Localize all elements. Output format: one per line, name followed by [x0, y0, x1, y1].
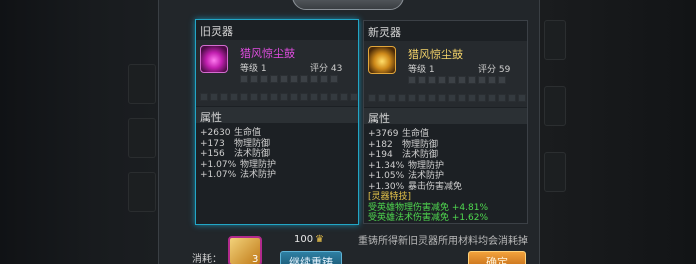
- title-plate: [292, 0, 404, 10]
- attr-row: +173 物理防御: [200, 138, 271, 149]
- old-item-name: 猎风惊尘鼓: [240, 47, 295, 60]
- new-item-score: 评分 59: [478, 65, 511, 75]
- old-attr-list: +2630 生命值 +173 物理防御 +156 法术防御 +1.07% 物理防护 +1…: [200, 128, 276, 181]
- old-gem-slots-row2: [200, 93, 358, 101]
- cost-count: 3: [252, 254, 259, 264]
- attr-row: +1.05% 法术防护: [368, 171, 445, 181]
- attr-row: +2630 生命值: [200, 128, 262, 138]
- price: 100: [294, 234, 314, 245]
- new-item-level: 等级 1: [408, 65, 435, 75]
- background-slot: [544, 20, 566, 60]
- recast-note: 重铸所得新旧灵器所用材料均会消耗掉: [358, 236, 528, 247]
- old-gem-slots: [240, 75, 338, 83]
- background-right: [540, 0, 696, 264]
- background-slot: [544, 86, 566, 126]
- purple-drum-icon[interactable]: [200, 45, 228, 73]
- new-gem-slots: [408, 76, 506, 84]
- attr-row: +1.07% 法术防护: [200, 170, 277, 180]
- skill-line: 受英雄法术伤害减免 +1.62%: [368, 213, 488, 223]
- background-slot: [128, 64, 156, 104]
- cost-label: 消耗：: [192, 254, 222, 264]
- old-attr-header: 属性: [200, 111, 222, 124]
- attr-row: +1.30% 暴击伤害减免: [368, 181, 463, 192]
- old-item-score: 评分 43: [310, 64, 343, 74]
- attr-row: +156 法术防御: [200, 149, 271, 159]
- attr-row: +1.34% 物理防护: [368, 160, 445, 171]
- background-slot: [128, 118, 156, 158]
- attr-row: +182 物理防御: [368, 139, 439, 150]
- background-slot: [128, 172, 156, 212]
- recast-button[interactable]: 继续重铸: [280, 251, 342, 264]
- new-item-name: 猎风惊尘鼓: [408, 48, 463, 61]
- attr-row: +3769 生命值: [368, 129, 430, 139]
- new-panel-header: 新灵器: [368, 26, 401, 39]
- ok-button[interactable]: 确定: [468, 251, 526, 264]
- skill-line: 受英雄物理伤害减免 +4.81%: [368, 202, 488, 213]
- background-left: [0, 0, 158, 264]
- old-item-panel: 旧灵器 猎风惊尘鼓 等级 1 评分 43 属性 +2630 生命值 +173 物理防…: [196, 20, 358, 224]
- new-gem-slots-row2: [368, 94, 526, 102]
- new-item-panel: 新灵器 猎风惊尘鼓 等级 1 评分 59 属性 +3769 生命值 +182 物理防…: [363, 20, 528, 224]
- new-attr-list: +3769 生命值 +182 物理防御 +194 法术防御 +1.34% 物理防护 +1…: [368, 129, 488, 224]
- attr-row: +1.07% 物理防护: [200, 159, 277, 170]
- skill-title: [灵器特技]: [368, 192, 412, 202]
- old-panel-header: 旧灵器: [200, 25, 233, 38]
- gold-drum-icon[interactable]: [368, 46, 396, 74]
- new-attr-header: 属性: [368, 112, 390, 125]
- old-item-level: 等级 1: [240, 64, 267, 74]
- crown-icon: ♛: [315, 234, 324, 245]
- background-slot: [544, 152, 566, 192]
- attr-row: +194 法术防御: [368, 150, 439, 160]
